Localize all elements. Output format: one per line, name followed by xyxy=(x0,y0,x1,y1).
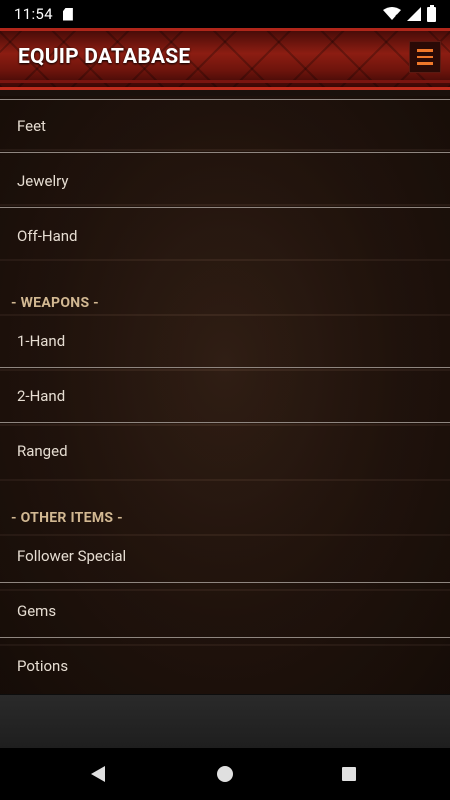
home-icon[interactable] xyxy=(217,766,233,782)
back-icon[interactable] xyxy=(91,766,105,782)
list-item-follower-special[interactable]: Follower Special xyxy=(0,529,450,583)
section-header-weapons: - WEAPONS - xyxy=(11,295,99,311)
list-item-gems[interactable]: Gems xyxy=(0,584,450,638)
battery-icon xyxy=(427,4,436,22)
footer-ornament xyxy=(0,694,450,749)
signal-icon xyxy=(407,7,421,21)
list-item-potions[interactable]: Potions xyxy=(0,639,450,693)
status-icons xyxy=(383,4,436,22)
list-item-ranged[interactable]: Ranged xyxy=(0,424,450,478)
status-bar: 11:54 xyxy=(0,0,450,28)
list-item-2-hand[interactable]: 2-Hand xyxy=(0,369,450,423)
wifi-icon xyxy=(383,7,401,20)
system-nav-bar xyxy=(0,748,450,800)
page-title: EQUIP DATABASE xyxy=(18,45,191,69)
app-header: EQUIP DATABASE xyxy=(0,28,450,90)
list-item-jewelry[interactable]: Jewelry xyxy=(0,154,450,208)
recents-icon[interactable] xyxy=(342,767,356,781)
status-time: 11:54 xyxy=(14,5,53,23)
section-header-other-items: - OTHER ITEMS - xyxy=(11,510,123,526)
equip-list: Feet Jewelry Off-Hand - WEAPONS - 1-Hand… xyxy=(0,96,450,694)
hamburger-icon xyxy=(417,49,433,52)
list-item-feet[interactable]: Feet xyxy=(0,99,450,153)
sd-card-icon xyxy=(62,7,73,21)
list-item-1-hand[interactable]: 1-Hand xyxy=(0,314,450,368)
list-item-off-hand[interactable]: Off-Hand xyxy=(0,209,450,263)
menu-button[interactable] xyxy=(409,41,441,73)
